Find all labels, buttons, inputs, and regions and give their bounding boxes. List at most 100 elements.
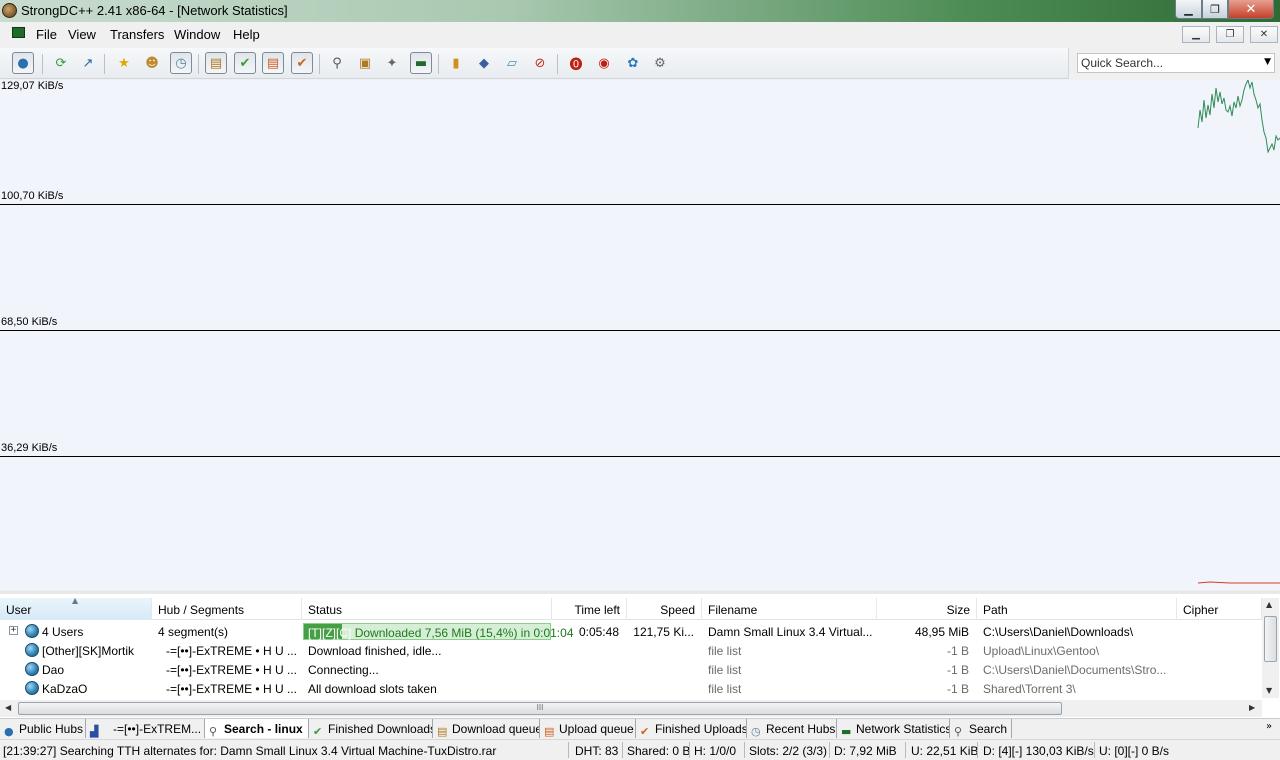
finished-uploads-icon[interactable]: ✔ [291, 52, 313, 74]
settings-icon[interactable]: ⚙ [649, 52, 671, 74]
follow-redirect-icon[interactable]: ↗ [77, 52, 99, 74]
quick-search-input[interactable] [1078, 54, 1258, 72]
toolbar-separator [438, 54, 439, 74]
table-row[interactable]: Dao -=[••]-ExTREME • H U ... Connecting.… [0, 660, 1262, 679]
limiter-icon[interactable]: ◉ [593, 52, 615, 74]
column-hub-segments[interactable]: Hub / Segments [152, 598, 302, 620]
tab-search-linux[interactable]: ⚲ Search - linux [205, 719, 309, 738]
scroll-up-icon[interactable]: ▲ [1266, 600, 1272, 609]
mdi-minimize-button[interactable]: ▁ [1182, 26, 1210, 43]
globe-icon: ● [4, 725, 14, 738]
vertical-scrollbar[interactable]: ▲ ▼ [1262, 598, 1279, 698]
column-user[interactable]: ▲ User [0, 596, 152, 620]
tab-hub[interactable]: ▟ -=[••]-ExTREM... [86, 719, 205, 738]
cell-user: [Other][SK]Mortik [42, 644, 135, 658]
toolbar-separator [557, 54, 558, 74]
menu-file[interactable]: File [36, 27, 57, 42]
title-bar[interactable]: StrongDC++ 2.41 x86-64 - [Network Statis… [0, 0, 1280, 22]
download-queue-icon[interactable]: ▤ [205, 52, 227, 74]
recent-hubs-icon[interactable]: ◷ [170, 52, 192, 74]
scroll-down-icon[interactable]: ▼ [1266, 686, 1272, 695]
status-separator [905, 742, 906, 758]
search-spy-icon[interactable]: ✦ [381, 52, 403, 74]
refresh-share-icon[interactable]: ⊘ [529, 52, 551, 74]
quick-search-combo[interactable]: ▼ [1077, 53, 1275, 73]
column-cipher[interactable]: Cipher [1177, 598, 1262, 620]
scroll-right-icon[interactable]: ▶ [1249, 703, 1255, 712]
cell-size: 48,95 MiB [914, 625, 969, 639]
scroll-left-icon[interactable]: ◀ [5, 703, 11, 712]
tab-upload-queue[interactable]: ▤ Upload queue [540, 719, 636, 738]
user-globe-icon [25, 662, 39, 676]
tab-public-hubs[interactable]: ● Public Hubs [0, 719, 86, 738]
cell-hub: 4 segment(s) [158, 625, 229, 639]
public-hubs-icon[interactable]: ● [12, 52, 34, 74]
tab-network-statistics[interactable]: ▬ Network Statistics [837, 719, 950, 738]
table-row[interactable]: KaDzaO -=[••]-ExTREME • H U ... All down… [0, 679, 1262, 698]
tab-overflow-icon[interactable]: » [1266, 721, 1272, 732]
cell-hub: -=[••]-ExTREME • H U ... [166, 682, 297, 696]
menu-help[interactable]: Help [233, 27, 260, 42]
favorite-hubs-icon[interactable]: ★ [113, 52, 135, 74]
mdi-restore-button[interactable]: ❐ [1216, 26, 1244, 43]
status-separator [744, 742, 745, 758]
upload-queue-icon[interactable]: ▤ [262, 52, 284, 74]
cell-path: C:\Users\Daniel\Documents\Stro... [983, 663, 1167, 677]
upload-icon: ▤ [544, 725, 555, 738]
cdm-debug-icon[interactable]: ✿ [622, 52, 644, 74]
toolbar-separator [198, 54, 199, 74]
close-button[interactable]: ✕ [1228, 0, 1274, 19]
horizontal-scroll-thumb[interactable]: III [18, 702, 1062, 715]
quick-search-area: ▼ [1068, 48, 1280, 79]
cell-path: Shared\Torrent 3\ [983, 682, 1076, 696]
notepad-icon[interactable]: ▮ [445, 52, 467, 74]
open-file-list-icon[interactable]: ▱ [501, 52, 523, 74]
tab-recent-hubs[interactable]: ◷ Recent Hubs [747, 719, 837, 738]
cell-user: Dao [42, 663, 65, 677]
adl-search-icon[interactable]: ▣ [354, 52, 376, 74]
menu-transfers[interactable]: Transfers [110, 27, 164, 42]
maximize-button[interactable]: ❐ [1202, 0, 1228, 19]
table-row[interactable]: [Other][SK]Mortik -=[••]-ExTREME • H U .… [0, 641, 1262, 660]
column-status[interactable]: Status [302, 598, 552, 620]
cell-user: KaDzaO [42, 682, 88, 696]
reconnect-icon[interactable]: ⟳ [50, 52, 72, 74]
cell-time-left: 0:05:48 [578, 625, 619, 639]
status-dht: DHT: 83 [575, 744, 619, 758]
tab-download-queue[interactable]: ▤ Download queue [433, 719, 540, 738]
minimize-button[interactable]: ▁ [1175, 0, 1202, 19]
menu-window[interactable]: Window [174, 27, 220, 42]
transfers-list[interactable]: ▲ User Hub / Segments Status Time left Sp… [0, 591, 1280, 718]
network-statistics-icon[interactable]: ▬ [410, 52, 432, 74]
column-size[interactable]: Size [877, 598, 977, 620]
cell-status: All download slots taken [308, 682, 437, 696]
user-globe-icon [25, 681, 39, 695]
column-path[interactable]: Path [977, 598, 1177, 620]
vertical-scroll-thumb[interactable] [1264, 616, 1277, 662]
download-progress-bar: [T][Z][C] Downloaded 7,56 MiB (15,4%) in… [303, 623, 574, 640]
menu-view[interactable]: View [68, 27, 96, 42]
tab-finished-downloads[interactable]: ✔ Finished Downloads [309, 719, 433, 738]
horizontal-scrollbar[interactable]: ◀ III ▶ [0, 700, 1262, 717]
finished-downloads-icon[interactable]: ✔ [234, 52, 256, 74]
status-shared: Shared: 0 B [627, 744, 691, 758]
search-icon[interactable]: ⚲ [326, 52, 348, 74]
tab-finished-uploads[interactable]: ✔ Finished Uploads [636, 719, 747, 738]
column-speed[interactable]: Speed [627, 598, 702, 620]
mdi-close-button[interactable]: ✕ [1250, 26, 1278, 43]
expand-icon[interactable]: + [9, 626, 18, 635]
menu-bar: File View Transfers Window Help [0, 22, 1280, 47]
system-log-icon[interactable]: ◆ [473, 52, 495, 74]
tab-search[interactable]: ⚲ Search [950, 719, 1012, 738]
chevron-down-icon[interactable]: ▼ [1264, 57, 1271, 67]
favorite-users-icon[interactable]: ☻ [141, 52, 163, 74]
app-icon[interactable] [2, 3, 17, 18]
table-row[interactable]: + 4 Users 4 segment(s) [T][Z][C] Downloa… [0, 622, 1262, 641]
column-time-left[interactable]: Time left [552, 598, 627, 620]
column-filename[interactable]: Filename [702, 598, 877, 620]
status-hubs: H: 1/0/0 [694, 744, 737, 758]
away-icon[interactable]: ⓿ [565, 52, 587, 74]
mdi-child-icon[interactable] [12, 27, 25, 38]
search-icon: ⚲ [209, 725, 218, 738]
status-separator [622, 742, 623, 758]
